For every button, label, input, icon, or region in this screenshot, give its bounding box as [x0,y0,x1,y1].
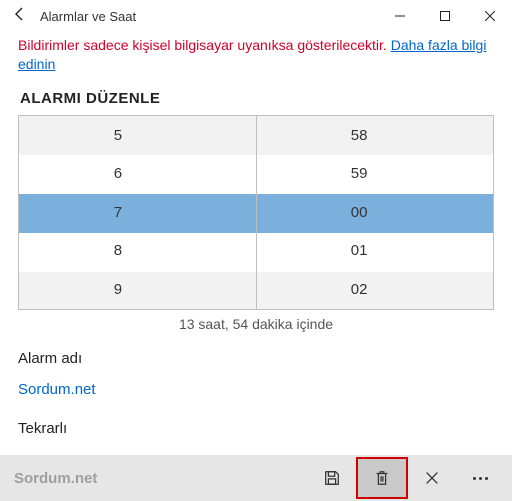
brand-text: Sordum.net [14,470,308,487]
maximize-button[interactable] [422,0,467,32]
ellipsis-icon [473,477,488,480]
minute-option[interactable]: 01 [256,232,493,271]
hour-option[interactable]: 9 [19,270,256,309]
alarm-name-value[interactable]: Sordum.net [18,381,494,398]
close-icon [423,469,441,487]
minute-option[interactable]: 59 [256,154,493,193]
countdown-text: 13 saat, 54 dakika içinde [18,310,494,342]
window-controls [377,0,512,32]
minute-option[interactable]: 58 [256,116,493,155]
back-button[interactable] [6,6,34,27]
trash-icon [373,469,391,487]
command-bar: Sordum.net [0,455,512,501]
cancel-button[interactable] [408,459,456,497]
hour-option[interactable]: 6 [19,154,256,193]
save-button[interactable] [308,459,356,497]
notification-text: Bildirimler sadece kişisel bilgisayar uy… [18,37,391,53]
minute-option[interactable]: 02 [256,270,493,309]
alarm-name-label: Alarm adı [18,350,494,367]
delete-button-highlight [356,457,408,499]
delete-button[interactable] [358,459,406,497]
repeat-label: Tekrarlı [18,420,494,437]
minute-option[interactable]: 00 [256,193,493,232]
time-picker[interactable]: 5 6 7 8 9 58 59 00 01 02 [18,115,494,310]
minute-column[interactable]: 58 59 00 01 02 [256,116,493,309]
content-area: ALARMI DÜZENLE 5 6 7 8 9 58 59 00 01 02 … [0,82,512,455]
close-button[interactable] [467,0,512,32]
more-button[interactable] [456,459,504,497]
hour-option[interactable]: 5 [19,116,256,155]
hour-option[interactable]: 8 [19,232,256,271]
notification-banner: Bildirimler sadece kişisel bilgisayar uy… [0,32,512,82]
hour-column[interactable]: 5 6 7 8 9 [19,116,256,309]
titlebar: Alarmlar ve Saat [0,0,512,32]
hour-option[interactable]: 7 [19,193,256,232]
minimize-button[interactable] [377,0,422,32]
page-heading: ALARMI DÜZENLE [20,90,494,107]
save-icon [323,469,341,487]
window-title: Alarmlar ve Saat [34,9,377,24]
